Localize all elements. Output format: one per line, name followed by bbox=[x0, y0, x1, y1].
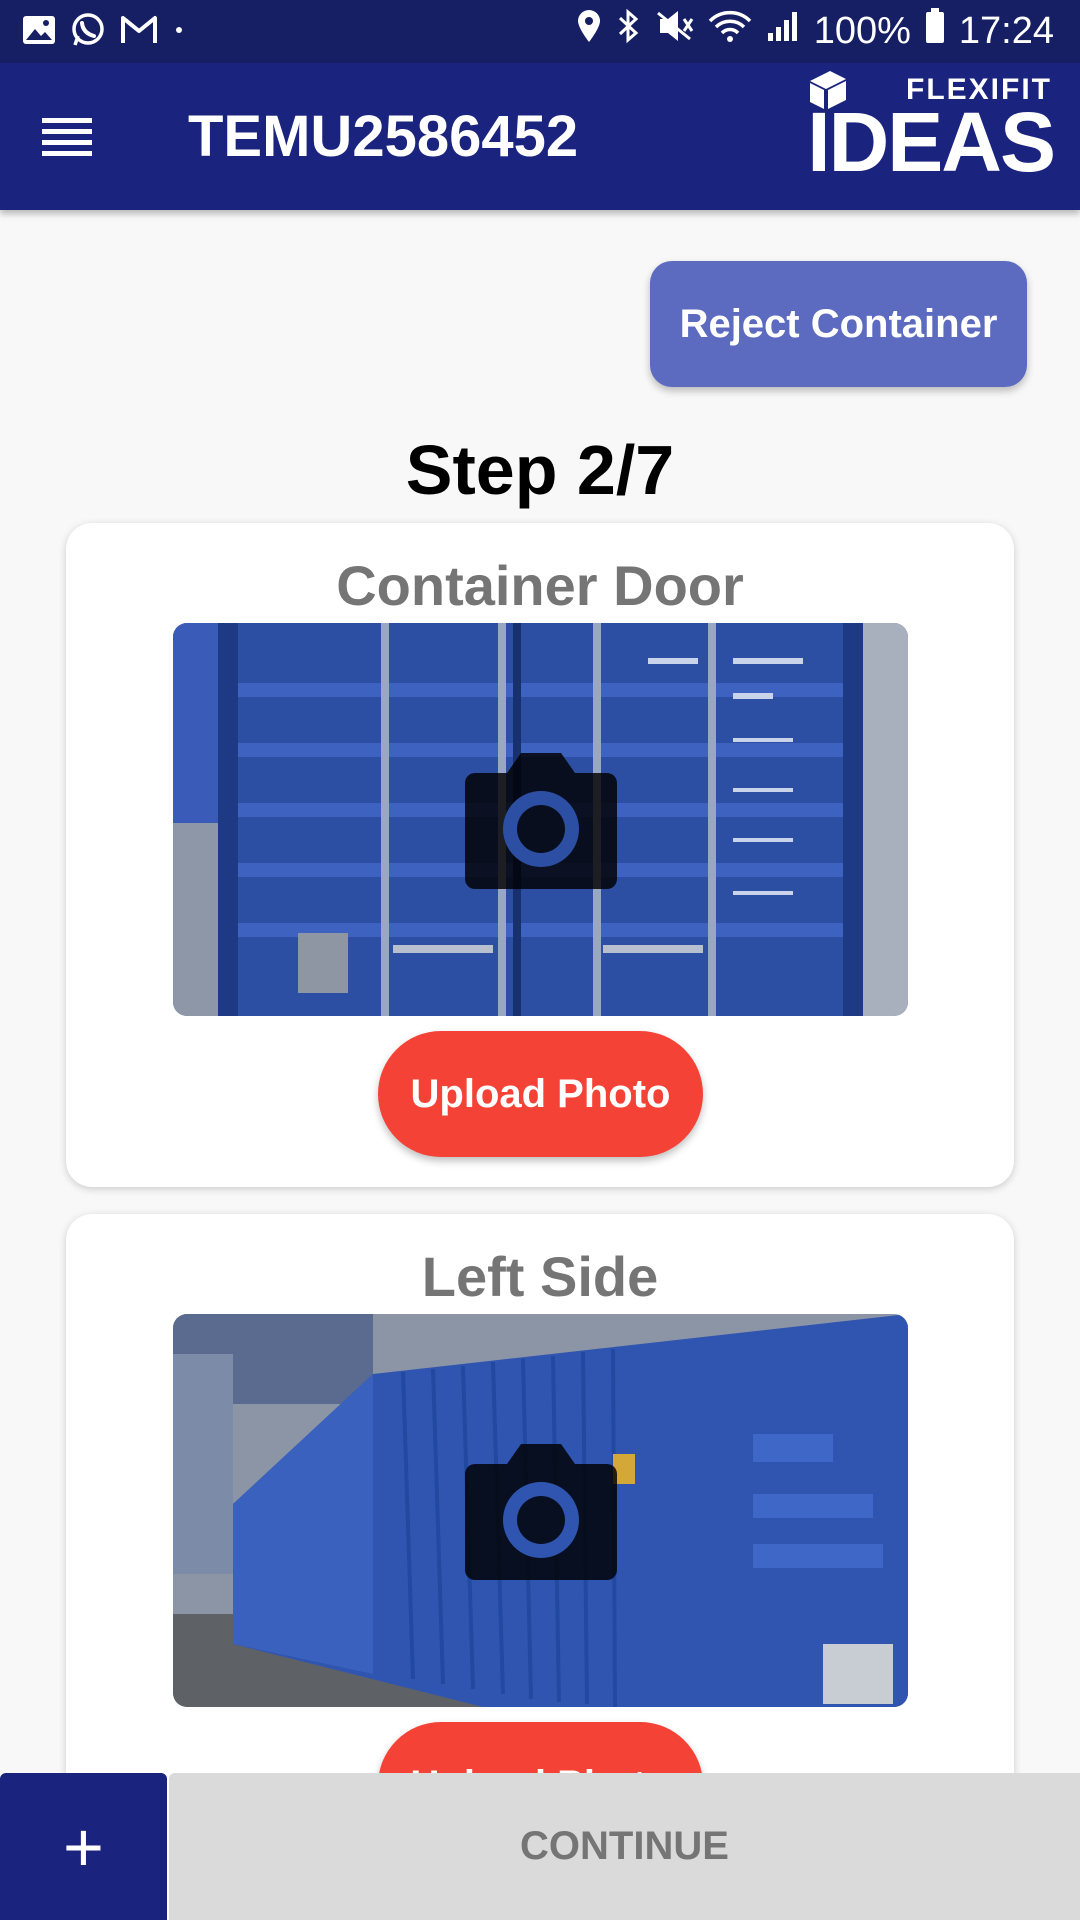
wifi-icon bbox=[708, 9, 752, 53]
signal-icon bbox=[766, 9, 800, 53]
status-bar-right: 100% 17:24 bbox=[576, 8, 1054, 54]
app-bar: TEMU2586452 FLEXIFIT IDEAS bbox=[0, 63, 1080, 210]
location-icon bbox=[576, 9, 602, 53]
bottom-bar: + CONTINUE bbox=[0, 1773, 1080, 1920]
bluetooth-icon bbox=[616, 8, 640, 54]
add-button[interactable]: + bbox=[0, 1773, 167, 1920]
status-bar: 100% 17:24 bbox=[0, 0, 1080, 63]
container-id-title: TEMU2586452 bbox=[188, 104, 579, 169]
battery-percent: 100% bbox=[813, 9, 911, 52]
whatsapp-icon bbox=[70, 12, 106, 53]
mute-icon bbox=[654, 9, 694, 53]
menu-icon[interactable] bbox=[42, 109, 104, 165]
reject-container-button[interactable]: Reject Container bbox=[650, 261, 1027, 387]
gmail-icon bbox=[120, 15, 158, 50]
clock: 17:24 bbox=[958, 9, 1054, 52]
card-title: Left Side bbox=[421, 1245, 659, 1308]
card-title: Container Door bbox=[336, 554, 744, 617]
app-logo: FLEXIFIT IDEAS bbox=[804, 65, 1056, 189]
left-side-photo[interactable] bbox=[173, 1314, 908, 1707]
step-indicator: Step 2/7 bbox=[405, 431, 675, 509]
gallery-icon bbox=[22, 15, 56, 50]
status-bar-left bbox=[22, 12, 186, 52]
camera-icon bbox=[464, 751, 617, 889]
container-door-photo[interactable] bbox=[173, 623, 908, 1016]
battery-icon bbox=[925, 8, 945, 54]
camera-icon bbox=[464, 1442, 617, 1580]
continue-button[interactable]: CONTINUE bbox=[169, 1773, 1080, 1920]
dot-icon bbox=[172, 23, 186, 42]
logo-name: IDEAS bbox=[807, 95, 1056, 189]
upload-photo-button[interactable]: Upload Photo bbox=[378, 1031, 703, 1157]
photo-card-container-door: Container Door Upload Photo bbox=[66, 523, 1014, 1187]
